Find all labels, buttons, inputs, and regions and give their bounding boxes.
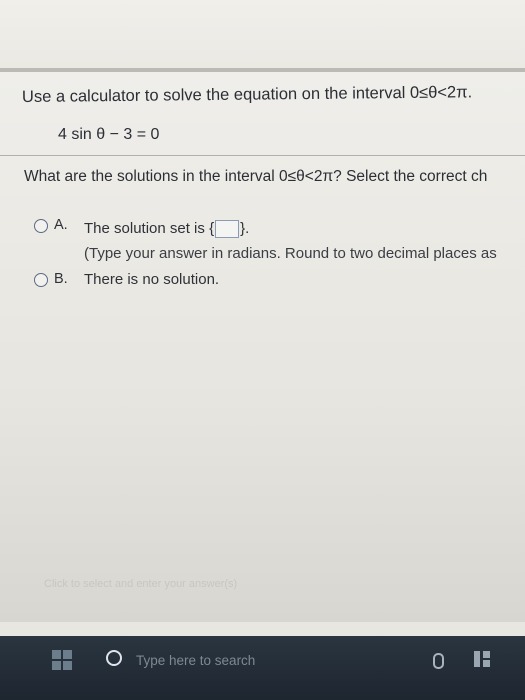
cortana-icon[interactable] <box>106 650 122 666</box>
brace-open: { <box>209 220 215 237</box>
task-view-icon[interactable] <box>474 651 490 667</box>
option-a-radio[interactable] <box>34 219 48 233</box>
windows-logo-pane <box>52 661 61 670</box>
windows-logo-pane <box>63 661 72 670</box>
option-a-letter: A. <box>54 217 68 233</box>
section-divider <box>0 155 525 156</box>
windows-logo-pane <box>63 650 72 659</box>
equation: 4 sin θ − 3 = 0 <box>58 126 160 143</box>
microphone-icon[interactable] <box>433 653 444 669</box>
windows-start-button[interactable] <box>44 646 80 674</box>
footer-hint: Click to select and enter your answer(s) <box>44 578 238 590</box>
windows-logo-icon <box>52 650 61 659</box>
brace-close: }. <box>240 220 250 237</box>
option-a-hint: (Type your answer in radians. Round to t… <box>84 245 497 262</box>
option-b-text: There is no solution. <box>84 271 220 288</box>
option-a-label: The solution set is <box>84 220 205 237</box>
option-b-letter: B. <box>54 271 68 287</box>
option-a-text: The solution set is {}. <box>84 220 250 239</box>
top-area <box>0 0 525 68</box>
taskbar-search-input[interactable]: Type here to search <box>136 653 255 668</box>
option-b-radio[interactable] <box>34 273 48 287</box>
question-prompt: What are the solutions in the interval 0… <box>24 168 488 185</box>
answer-input-box[interactable] <box>215 220 240 239</box>
